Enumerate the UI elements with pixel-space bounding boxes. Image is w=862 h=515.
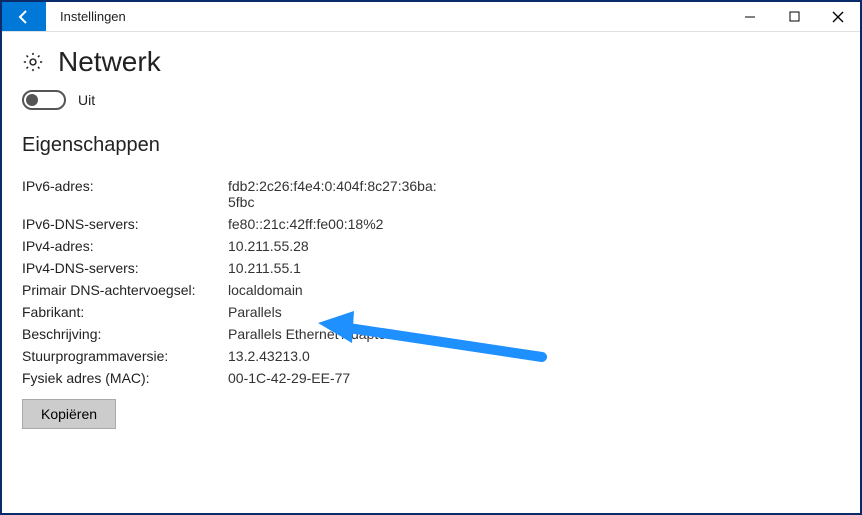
properties-list: IPv6-adres: fdb2:2c26:f4e4:0:404f:8c27:3… bbox=[22, 175, 840, 389]
minimize-button[interactable] bbox=[728, 2, 772, 31]
settings-window: Instellingen Netwerk Instellen als verbi… bbox=[0, 0, 862, 515]
metered-toggle-label: Uit bbox=[78, 92, 95, 108]
prop-row-description: Beschrijving: Parallels Ethernet Adapter bbox=[22, 323, 840, 345]
back-button[interactable] bbox=[2, 2, 46, 31]
metered-toggle[interactable] bbox=[22, 90, 66, 110]
prop-row-driverversion: Stuurprogrammaversie: 13.2.43213.0 bbox=[22, 345, 840, 367]
prop-value: localdomain bbox=[228, 282, 303, 298]
properties-heading: Eigenschappen bbox=[22, 134, 840, 157]
prop-label: Primair DNS-achtervoegsel: bbox=[22, 282, 228, 298]
prop-row-ipv4: IPv4-adres: 10.211.55.28 bbox=[22, 235, 840, 257]
toggle-knob-icon bbox=[26, 94, 38, 106]
prop-label: Beschrijving: bbox=[22, 326, 228, 342]
metered-toggle-row: Uit bbox=[22, 90, 840, 110]
prop-value: Parallels bbox=[228, 304, 282, 320]
copy-button[interactable]: Kopiëren bbox=[22, 399, 116, 429]
prop-value: 10.211.55.1 bbox=[228, 260, 301, 276]
titlebar: Instellingen bbox=[2, 2, 860, 32]
maximize-button[interactable] bbox=[772, 2, 816, 31]
window-title: Instellingen bbox=[46, 2, 140, 31]
prop-value: Parallels Ethernet Adapter bbox=[228, 326, 391, 342]
back-arrow-icon bbox=[16, 9, 32, 25]
prop-row-manufacturer: Fabrikant: Parallels bbox=[22, 301, 840, 323]
close-button[interactable] bbox=[816, 2, 860, 31]
prop-value: fe80::21c:42ff:fe00:18%2 bbox=[228, 216, 383, 232]
maximize-icon bbox=[789, 11, 800, 22]
prop-value: 00-1C-42-29-EE-77 bbox=[228, 370, 350, 386]
content-area: Netwerk Instellen als verbinding met dat… bbox=[2, 32, 860, 513]
page-header: Netwerk bbox=[22, 46, 840, 78]
gear-icon bbox=[22, 51, 44, 73]
prop-row-ipv6dns: IPv6-DNS-servers: fe80::21c:42ff:fe00:18… bbox=[22, 213, 840, 235]
prop-value: 10.211.55.28 bbox=[228, 238, 309, 254]
prop-label: IPv6-adres: bbox=[22, 178, 228, 194]
prop-row-mac: Fysiek adres (MAC): 00-1C-42-29-EE-77 bbox=[22, 367, 840, 389]
prop-label: IPv6-DNS-servers: bbox=[22, 216, 228, 232]
page-title: Netwerk bbox=[58, 46, 161, 78]
close-icon bbox=[832, 11, 844, 23]
prop-label: IPv4-DNS-servers: bbox=[22, 260, 228, 276]
prop-row-ipv6: IPv6-adres: fdb2:2c26:f4e4:0:404f:8c27:3… bbox=[22, 175, 840, 213]
prop-row-ipv4dns: IPv4-DNS-servers: 10.211.55.1 bbox=[22, 257, 840, 279]
minimize-icon bbox=[744, 11, 756, 23]
prop-value: 13.2.43213.0 bbox=[228, 348, 310, 364]
prop-label: Stuurprogrammaversie: bbox=[22, 348, 228, 364]
prop-row-dnssuffix: Primair DNS-achtervoegsel: localdomain bbox=[22, 279, 840, 301]
prop-label: Fysiek adres (MAC): bbox=[22, 370, 228, 386]
prop-label: Fabrikant: bbox=[22, 304, 228, 320]
prop-label: IPv4-adres: bbox=[22, 238, 228, 254]
prop-value: fdb2:2c26:f4e4:0:404f:8c27:36ba:5fbc bbox=[228, 178, 438, 210]
